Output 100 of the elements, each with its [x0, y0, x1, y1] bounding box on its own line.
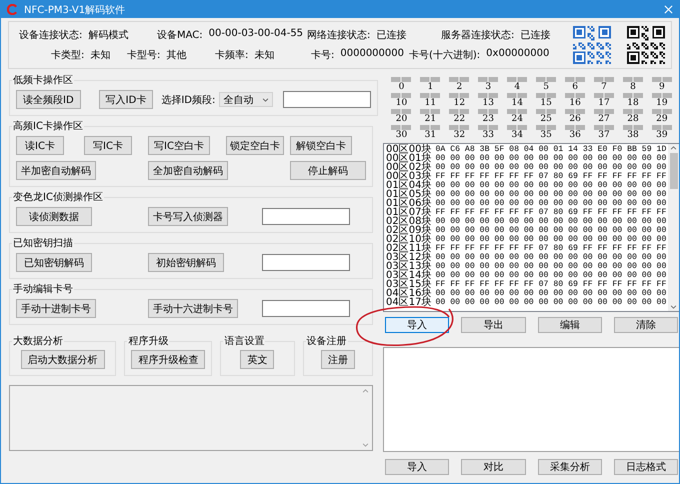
button[interactable]: 英文: [240, 350, 274, 369]
button[interactable]: 读IC卡: [16, 136, 64, 155]
sector-indicator-icon: [478, 125, 498, 130]
input-field[interactable]: [262, 208, 350, 225]
button[interactable]: 写IC空白卡: [148, 136, 210, 155]
block-bytes: 00 00 00 00 00 00 00 00 00 00 00 00 00 00 00 00: [435, 190, 666, 199]
scroll-down-icon[interactable]: [362, 443, 368, 447]
sector-number: 28: [627, 114, 639, 124]
sector-indicator-icon: [420, 125, 440, 130]
button[interactable]: 读全频段ID: [16, 90, 81, 109]
scroll-down-icon[interactable]: [670, 305, 678, 309]
block-label[interactable]: 02区09块: [386, 226, 432, 235]
button[interactable]: 半加密自动解码: [16, 161, 96, 180]
input-field[interactable]: [283, 91, 372, 108]
input-field[interactable]: [262, 300, 350, 317]
input-field[interactable]: [262, 254, 350, 271]
group-title: 变色龙IC侦测操作区: [12, 190, 104, 204]
block-bytes: FF FF FF FF FF FF FF 07 80 69 FF FF FF FF FF FF: [435, 280, 666, 289]
button[interactable]: 卡号写入侦测器: [148, 207, 228, 226]
caret-icon: [262, 98, 270, 102]
sector-number: 3: [485, 82, 492, 92]
block-bytes: 00 00 00 00 00 00 00 00 00 00 00 00 00 00 00 00: [435, 271, 666, 280]
block-label[interactable]: 01区05块: [386, 190, 432, 199]
block-label[interactable]: 01区07块: [386, 208, 432, 217]
sector-number: 12: [454, 98, 466, 108]
button[interactable]: 启动大数据分析: [20, 350, 105, 369]
block-label[interactable]: 04区17块: [386, 298, 432, 307]
scroll-up-icon[interactable]: [670, 146, 678, 150]
block-bytes: 00 00 00 00 00 00 00 00 00 00 00 00 00 00 00 00: [435, 262, 666, 271]
button[interactable]: 初始密钥解码: [148, 253, 224, 272]
status-value: 已连接: [520, 28, 550, 42]
button[interactable]: 全加密自动解码: [148, 161, 228, 180]
sector-indicator-icon: [565, 77, 586, 82]
block-label[interactable]: 02区10块: [386, 235, 432, 244]
button[interactable]: 写IC卡: [84, 136, 132, 155]
block-label[interactable]: 03区15块: [386, 280, 432, 289]
sector-indicator-icon: [478, 93, 498, 98]
block-bytes: 00 00 00 00 00 00 00 00 00 00 00 00 00 00 00 00: [435, 298, 666, 307]
sector-number: 38: [627, 130, 639, 140]
group-title: 低频卡操作区: [12, 74, 74, 87]
block-label[interactable]: 00区03块: [386, 172, 432, 181]
sector-indicator-icon: [391, 109, 412, 114]
button[interactable]: 日志格式: [614, 459, 678, 475]
close-icon[interactable]: [664, 5, 673, 14]
button[interactable]: 清除: [614, 317, 678, 333]
block-label[interactable]: 02区08块: [386, 217, 432, 226]
sector-indicator-icon: [652, 109, 672, 114]
block-label[interactable]: 03区12块: [386, 253, 432, 262]
button[interactable]: 锁定空白卡: [226, 136, 284, 155]
button[interactable]: 采集分析: [538, 459, 602, 475]
select-label: 选择ID频段:: [161, 94, 216, 106]
block-label[interactable]: 03区13块: [386, 262, 432, 271]
qr-code-icon: [573, 26, 611, 64]
block-label[interactable]: 00区00块: [386, 145, 432, 154]
sector-number: 0: [398, 82, 404, 92]
sector-number: 8: [630, 82, 636, 92]
sector-number: 19: [656, 98, 668, 108]
button[interactable]: 导出: [461, 317, 526, 333]
sector-indicator-icon: [622, 93, 643, 98]
button[interactable]: 对比: [461, 459, 526, 475]
block-label[interactable]: 01区06块: [386, 199, 432, 208]
block-label[interactable]: 00区02块: [386, 163, 432, 172]
block-label[interactable]: 03区14块: [386, 271, 432, 280]
sector-number: 21: [424, 114, 436, 124]
button[interactable]: 写入ID卡: [98, 90, 154, 109]
button[interactable]: 解锁空白卡: [290, 136, 352, 155]
button[interactable]: 导入: [385, 459, 450, 475]
button[interactable]: 手动十六进制卡号: [148, 299, 238, 318]
sector-indicator-icon: [507, 125, 528, 130]
block-bytes: 00 00 00 00 00 00 00 00 00 00 00 00 00 00 00 00: [435, 154, 666, 163]
group-title: 程序升级: [127, 334, 170, 348]
button[interactable]: 程序升级检查: [131, 350, 206, 369]
block-label[interactable]: 04区16块: [386, 289, 432, 298]
block-label[interactable]: 02区11块: [386, 244, 432, 253]
block-bytes: FF FF FF FF FF FF FF 07 80 69 FF FF FF FF FF FF: [435, 244, 666, 253]
dropdown[interactable]: 全自动: [219, 92, 274, 107]
button[interactable]: 导入: [385, 317, 450, 333]
sector-number: 2: [456, 82, 462, 92]
sector-number: 10: [396, 98, 408, 108]
scrollbar[interactable]: [668, 144, 679, 311]
status-value: 已连接: [376, 28, 406, 42]
sector-indicator-icon: [507, 109, 528, 114]
sector-indicator-icon: [420, 109, 440, 114]
sector-indicator-icon: [449, 93, 470, 98]
button[interactable]: 已知密钥解码: [16, 253, 92, 272]
output-area[interactable]: [383, 347, 679, 452]
block-label[interactable]: 00区01块: [386, 154, 432, 163]
scroll-thumb[interactable]: [670, 153, 678, 189]
block-label[interactable]: 01区04块: [386, 181, 432, 190]
button[interactable]: 读侦测数据: [16, 207, 92, 226]
sector-indicator-icon: [594, 77, 614, 82]
button[interactable]: 注册: [320, 350, 355, 369]
scroll-up-icon[interactable]: [362, 389, 368, 393]
sector-indicator-icon: [594, 125, 614, 130]
sector-number: 30: [396, 130, 408, 140]
log-area[interactable]: [9, 385, 373, 451]
button[interactable]: 编辑: [538, 317, 602, 333]
button[interactable]: 停止解码: [290, 161, 366, 180]
button[interactable]: 手动十进制卡号: [16, 299, 96, 318]
block-bytes: 00 00 00 00 00 00 00 00 00 00 00 00 00 00 00 00: [435, 199, 666, 208]
